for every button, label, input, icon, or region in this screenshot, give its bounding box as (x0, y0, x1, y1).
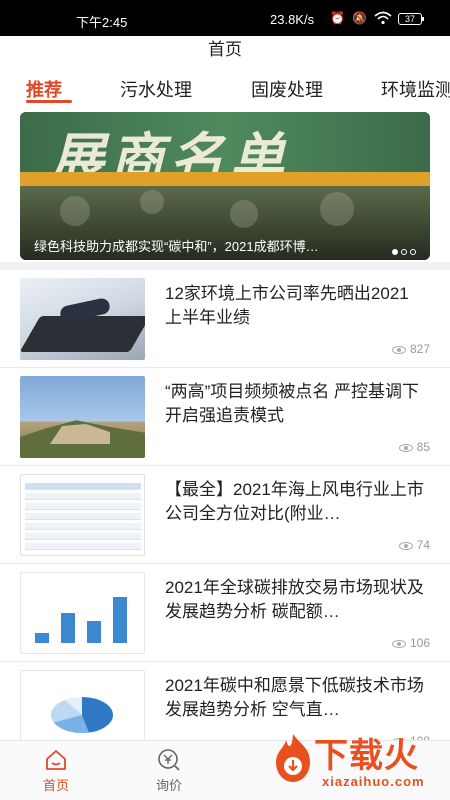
view-count: 106 (391, 636, 430, 650)
view-count: 827 (391, 342, 430, 356)
eye-icon (398, 443, 413, 452)
nav-price-inquiry-label: 询价 (155, 778, 182, 793)
view-count: 74 (398, 538, 430, 552)
network-speed: 23.8K/s (270, 12, 315, 27)
carousel-dot[interactable] (401, 249, 407, 255)
article-title: 【最全】2021年海上风电行业上市公司全方位对比(附业… (165, 480, 424, 523)
home-icon (46, 750, 66, 770)
carousel-dot[interactable] (410, 249, 416, 255)
active-tab-indicator (26, 100, 72, 103)
nav-price-inquiry[interactable]: 询价 (139, 747, 199, 794)
nav-home-label: 首页 (42, 778, 69, 793)
article-item[interactable]: 2021年全球碳排放交易市场现状及发展趋势分析 碳配额… 106 (0, 564, 450, 662)
nav-home[interactable]: 首页 (26, 747, 86, 794)
eye-icon (391, 639, 406, 648)
banner-carousel[interactable]: 展商名单 绿色科技助力成都实现“碳中和”，2021成都环博… (20, 112, 430, 260)
status-bar: 下午2:45 23.8K/s ⏰ 🔕 37 (0, 0, 450, 36)
alarm-icon: ⏰ (330, 11, 345, 25)
article-thumbnail (20, 572, 145, 654)
watermark-domain: xiazaihuo.com (322, 774, 425, 789)
eye-icon (398, 541, 413, 550)
status-time: 下午2:45 (76, 15, 128, 30)
article-title: 12家环境上市公司率先晒出2021上半年业绩 (165, 284, 409, 327)
article-item[interactable]: 12家环境上市公司率先晒出2021上半年业绩 827 (0, 270, 450, 368)
article-title: 2021年碳中和愿景下低碳技术市场发展趋势分析 空气直… (165, 676, 424, 719)
battery-icon: 37 (398, 13, 424, 25)
article-thumbnail (20, 474, 145, 556)
article-thumbnail (20, 278, 145, 360)
eye-icon (391, 345, 406, 354)
tab-environment-monitoring[interactable]: 环境监测 (381, 76, 450, 102)
tab-solid-waste[interactable]: 固废处理 (251, 76, 323, 102)
category-tabs: 推荐 污水处理 固废处理 环境监测 (0, 68, 450, 108)
banner-image: 展商名单 (20, 112, 430, 189)
banner-caption: 绿色科技助力成都实现“碳中和”，2021成都环博… (34, 239, 319, 254)
watermark-logo: 下载火 xiazaihuo.com (262, 722, 450, 800)
article-title: 2021年全球碳排放交易市场现状及发展趋势分析 碳配额… (165, 578, 424, 621)
watermark-brand: 下载火 (314, 737, 419, 775)
carousel-dot[interactable] (392, 249, 398, 255)
article-thumbnail (20, 376, 145, 458)
tab-wastewater[interactable]: 污水处理 (120, 76, 192, 102)
page-title: 首页 (208, 40, 242, 59)
banner-stripe (20, 172, 430, 186)
wifi-icon (374, 11, 392, 28)
flame-logo-icon (276, 734, 310, 782)
view-count: 85 (398, 440, 430, 454)
article-item[interactable]: 【最全】2021年海上风电行业上市公司全方位对比(附业… 74 (0, 466, 450, 564)
tab-recommended[interactable]: 推荐 (26, 76, 62, 102)
mute-icon: 🔕 (352, 11, 367, 25)
article-title: “两高”项目频频被点名 严控基调下开启强追责模式 (165, 382, 420, 425)
article-item[interactable]: “两高”项目频频被点名 严控基调下开启强追责模式 85 (0, 368, 450, 466)
carousel-indicator (389, 242, 416, 260)
price-inquiry-icon (158, 749, 180, 771)
section-divider (0, 262, 450, 270)
